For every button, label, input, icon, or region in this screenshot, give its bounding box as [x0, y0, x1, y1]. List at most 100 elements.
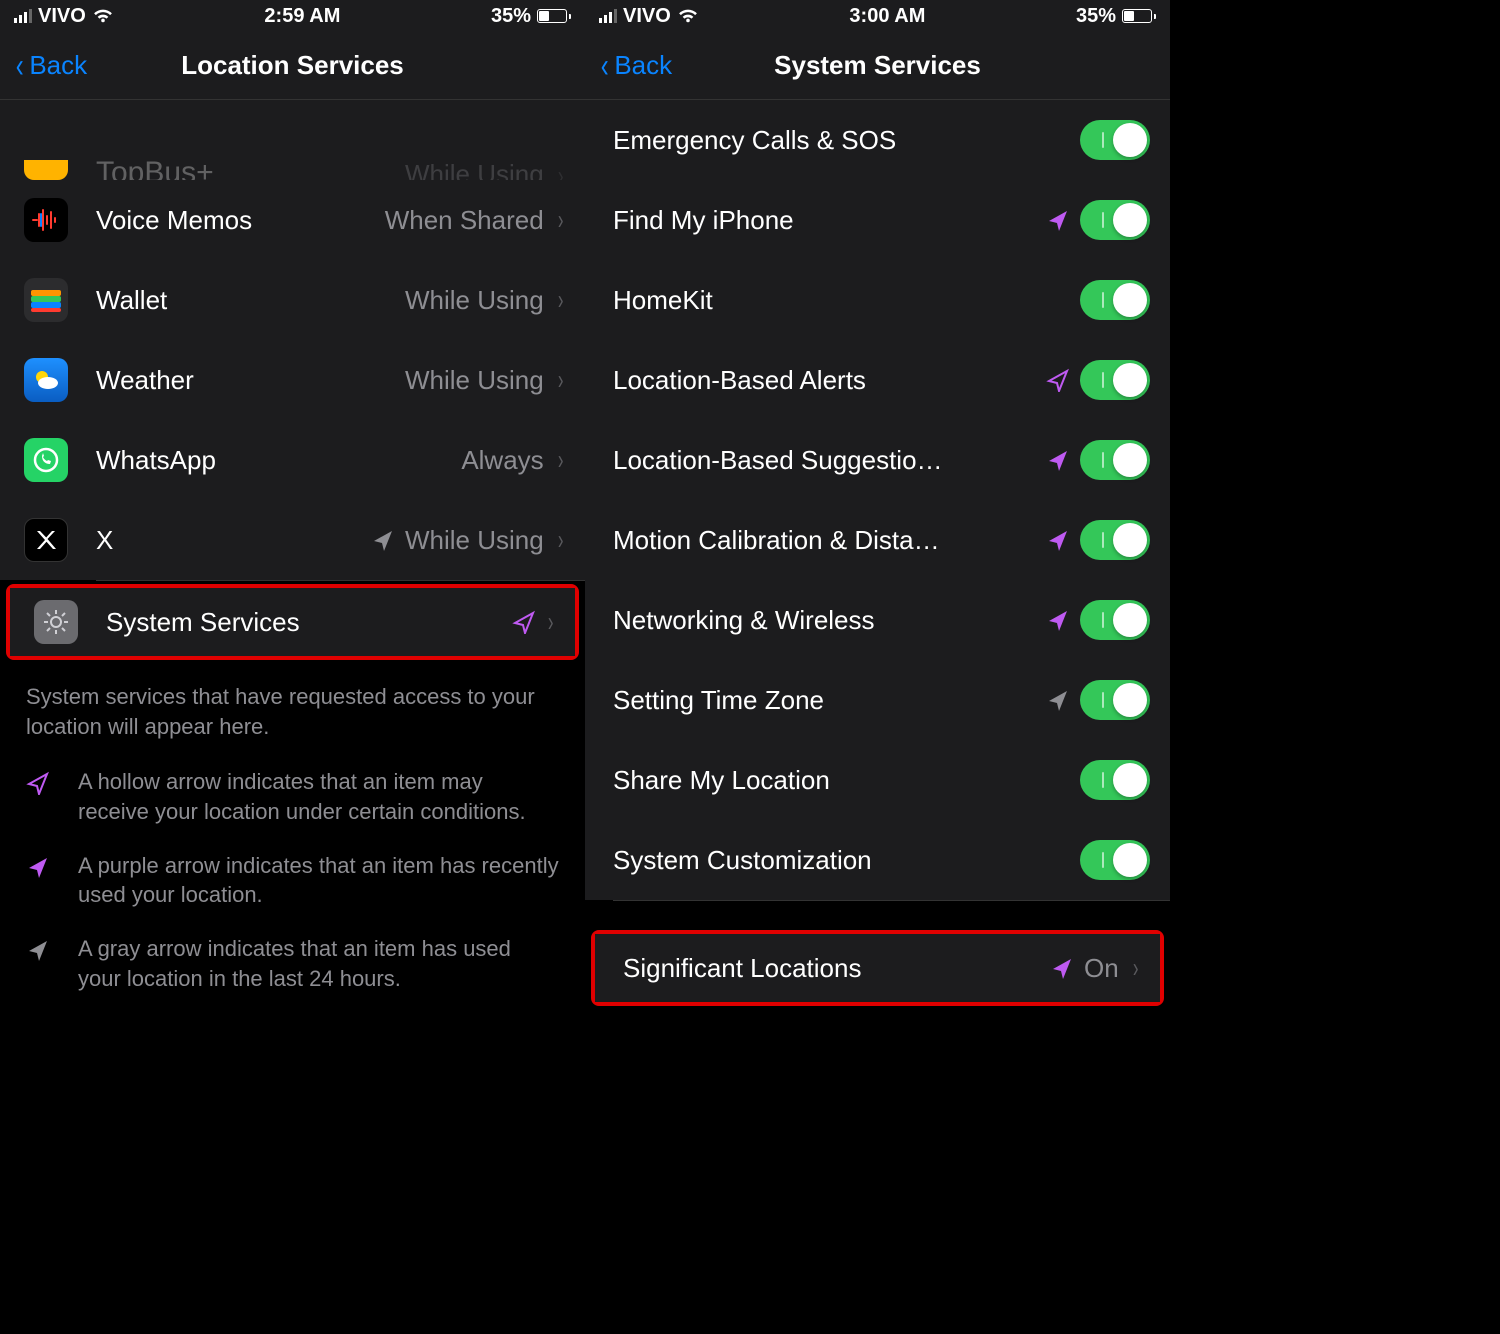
app-label: WhatsApp: [96, 445, 461, 476]
service-label: Location-Based Alerts: [613, 365, 1046, 396]
service-row[interactable]: Setting Time Zone: [585, 660, 1170, 740]
service-label: Networking & Wireless: [613, 605, 1046, 636]
page-title: Location Services: [0, 50, 585, 81]
service-label: Significant Locations: [623, 953, 1050, 984]
service-row[interactable]: Location-Based Alerts: [585, 340, 1170, 420]
service-label: Emergency Calls & SOS: [613, 125, 1080, 156]
location-arrow-icon: [1046, 448, 1070, 472]
location-arrow-purple-icon: [26, 855, 50, 910]
right-screenshot: VIVO 3:00 AM 35% ‹ Back System Services …: [585, 0, 1170, 1334]
location-arrow-gray-icon: [371, 528, 395, 552]
service-label: Setting Time Zone: [613, 685, 1046, 716]
location-arrow-icon: [1046, 208, 1070, 232]
battery-icon: [537, 9, 571, 23]
battery-pct: 35%: [1076, 5, 1116, 28]
legend-row-gray: A gray arrow indicates that an item has …: [26, 922, 559, 1005]
chevron-right-icon: ›: [1133, 954, 1139, 982]
legend: A hollow arrow indicates that an item ma…: [0, 751, 585, 1025]
location-arrow-icon: [1046, 608, 1070, 632]
app-row-wallet[interactable]: Wallet While Using ›: [0, 260, 585, 340]
gear-icon: [34, 600, 78, 644]
app-icon: [24, 358, 68, 402]
app-row-weather[interactable]: Weather While Using ›: [0, 340, 585, 420]
service-value: On: [1084, 953, 1119, 984]
location-arrow-gray-icon: [26, 938, 50, 993]
toggle-switch[interactable]: [1080, 520, 1150, 560]
app-status: When Shared: [385, 205, 544, 236]
carrier-label: VIVO: [623, 5, 671, 28]
service-row[interactable]: System Customization: [585, 820, 1170, 900]
chevron-right-icon: ›: [558, 366, 564, 394]
system-services-row[interactable]: System Services ›: [10, 588, 575, 656]
status-bar: VIVO 2:59 AM 35%: [0, 0, 585, 32]
toggle-switch[interactable]: [1080, 200, 1150, 240]
location-arrow-hollow-icon: [26, 771, 50, 826]
chevron-right-icon: ›: [558, 162, 564, 180]
service-row[interactable]: Emergency Calls & SOS: [585, 100, 1170, 180]
app-label: Voice Memos: [96, 205, 385, 236]
clock: 3:00 AM: [699, 5, 1076, 28]
app-row-topbus[interactable]: TopBus+ While Using ›: [0, 100, 585, 180]
service-row[interactable]: Motion Calibration & Dista…: [585, 500, 1170, 580]
service-label: Motion Calibration & Dista…: [613, 525, 1046, 556]
app-label: Wallet: [96, 285, 405, 316]
app-icon: [24, 198, 68, 242]
significant-locations-row[interactable]: Significant Locations On ›: [595, 934, 1160, 1002]
location-arrow-icon: [1050, 956, 1074, 980]
service-label: Share My Location: [613, 765, 1080, 796]
app-row-whatsapp[interactable]: WhatsApp Always ›: [0, 420, 585, 500]
service-row[interactable]: Find My iPhone: [585, 180, 1170, 260]
app-label: X: [96, 525, 371, 556]
app-row-voice-memos[interactable]: Voice Memos When Shared ›: [0, 180, 585, 260]
footer-text: System services that have requested acce…: [0, 664, 585, 751]
left-screenshot: VIVO 2:59 AM 35% ‹ Back Location Service…: [0, 0, 585, 1334]
location-arrow-icon: [1046, 368, 1070, 392]
status-bar: VIVO 3:00 AM 35%: [585, 0, 1170, 32]
back-button[interactable]: ‹ Back: [14, 49, 87, 83]
signal-icon: [14, 9, 32, 23]
service-row[interactable]: Share My Location: [585, 740, 1170, 820]
clock: 2:59 AM: [114, 5, 491, 28]
chevron-right-icon: ›: [558, 206, 564, 234]
app-status: Always: [461, 445, 543, 476]
chevron-right-icon: ›: [558, 286, 564, 314]
service-label: Find My iPhone: [613, 205, 1046, 236]
system-services-label: System Services: [106, 607, 512, 638]
app-icon: [24, 438, 68, 482]
page-title: System Services: [585, 50, 1170, 81]
app-label: Weather: [96, 365, 405, 396]
back-label: Back: [29, 50, 87, 81]
highlight-box-significant-locations: Significant Locations On ›: [591, 930, 1164, 1006]
service-label: Location-Based Suggestio…: [613, 445, 1046, 476]
service-row[interactable]: Networking & Wireless: [585, 580, 1170, 660]
app-status: While Using: [405, 285, 544, 316]
toggle-switch[interactable]: [1080, 680, 1150, 720]
location-arrow-icon: [1046, 688, 1070, 712]
location-arrow-hollow-icon: [512, 610, 536, 634]
toggle-switch[interactable]: [1080, 120, 1150, 160]
signal-icon: [599, 9, 617, 23]
highlight-box-system-services: System Services ›: [6, 584, 579, 660]
toggle-switch[interactable]: [1080, 760, 1150, 800]
back-button[interactable]: ‹ Back: [599, 49, 672, 83]
chevron-right-icon: ›: [558, 446, 564, 474]
chevron-left-icon: ‹: [16, 49, 24, 83]
app-icon: [24, 160, 68, 180]
toggle-switch[interactable]: [1080, 360, 1150, 400]
toggle-switch[interactable]: [1080, 840, 1150, 880]
toggle-switch[interactable]: [1080, 440, 1150, 480]
toggle-switch[interactable]: [1080, 280, 1150, 320]
app-status: While Using: [405, 365, 544, 396]
service-label: System Customization: [613, 845, 1080, 876]
app-icon: [24, 278, 68, 322]
app-row-x[interactable]: X While Using ›: [0, 500, 585, 580]
chevron-right-icon: ›: [548, 608, 554, 636]
service-row[interactable]: HomeKit: [585, 260, 1170, 340]
service-label: HomeKit: [613, 285, 1080, 316]
chevron-left-icon: ‹: [601, 49, 609, 83]
toggle-switch[interactable]: [1080, 600, 1150, 640]
carrier-label: VIVO: [38, 5, 86, 28]
wifi-icon: [677, 8, 699, 24]
legend-row-purple: A purple arrow indicates that an item ha…: [26, 839, 559, 922]
service-row[interactable]: Location-Based Suggestio…: [585, 420, 1170, 500]
